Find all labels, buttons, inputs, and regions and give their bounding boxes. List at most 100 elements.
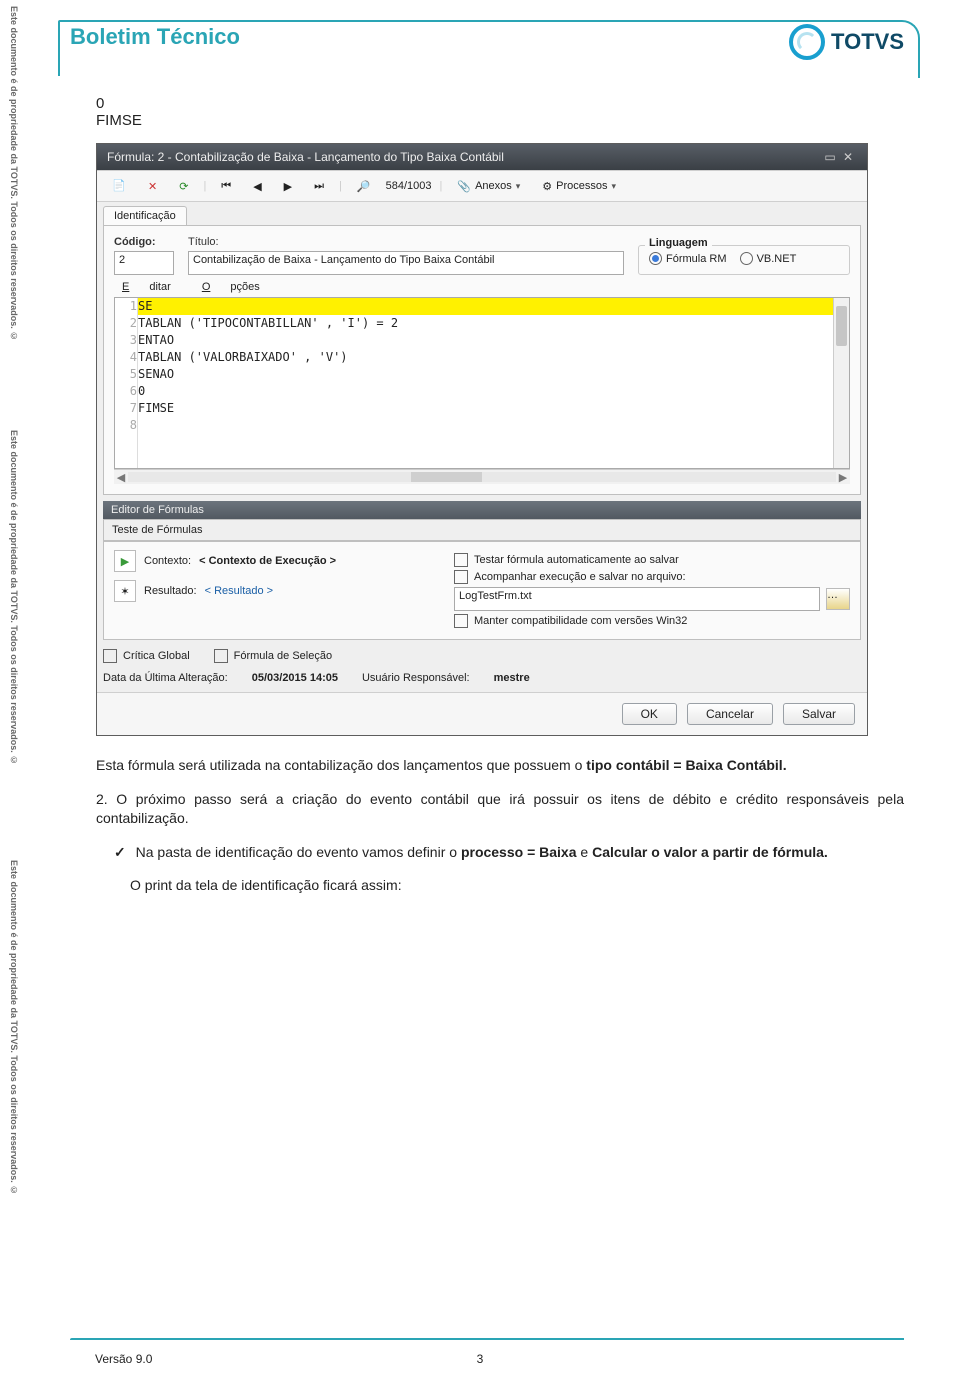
p3c: e [580,844,592,860]
resultado-value: < Resultado > [205,585,274,597]
linguagem-legend: Linguagem [645,237,712,249]
ok-button[interactable]: OK [622,703,677,725]
radio-formula-rm[interactable]: Fórmula RM [649,252,727,265]
run-context-button[interactable]: ▶ [114,550,136,572]
logfile-input[interactable]: LogTestFrm.txt [454,587,820,611]
last-mod-value: 05/03/2015 14:05 [252,672,338,684]
folder-icon: … [827,589,838,601]
user-value: mestre [494,672,530,684]
processos-dropdown[interactable]: ⚙Processos▾ [535,177,623,196]
checkmark-icon: ✓ [114,844,126,860]
p4-text: O print da tela de identificação ficará … [96,876,904,896]
rail-text-3: Este documento é de propriedade da TOTVS… [8,860,19,1195]
p2-text: 2. O próximo passo será a criação do eve… [96,790,904,829]
p3d: Calcular o valor a partir de fórmula. [592,844,828,860]
p3b: processo = Baixa [461,844,577,860]
browse-button[interactable]: … [826,588,850,610]
chk-critica-label: Crítica Global [123,650,190,662]
titulo-label: Título: [188,236,624,248]
radio-vbnet[interactable]: VB.NET [740,252,797,265]
save-button[interactable]: Salvar [783,703,855,725]
footer-page-number: 3 [477,1352,484,1366]
chk-testar-auto[interactable]: Testar fórmula automaticamente ao salvar [454,553,850,567]
teste-panel: ▶ Contexto: < Contexto de Execução > ✶ R… [103,541,861,640]
wand-icon: ✶ [120,585,129,598]
window-restore-icon[interactable]: ▭ [821,150,839,164]
body-paragraphs: Esta fórmula será utilizada na contabili… [96,756,904,896]
brand-name: TOTVS [831,29,904,55]
delete-button[interactable]: ✕ [141,177,164,196]
chk-critica-global[interactable]: Crítica Global [103,649,190,663]
resultado-label: Resultado: [144,585,197,597]
binoculars-icon: 🔎 [357,180,371,193]
codigo-input[interactable]: 2 [114,251,174,275]
contexto-value: < Contexto de Execução > [199,555,336,567]
formula-editor[interactable]: 1SE 2TABLAN ('TIPOCONTABILLAN' , 'I') = … [114,297,850,469]
contexto-label: Contexto: [144,555,191,567]
anexos-dropdown[interactable]: 📎Anexos▾ [450,177,527,196]
titulo-field: Título: Contabilização de Baixa - Lançam… [188,236,624,275]
editor-vertical-scrollbar[interactable] [833,298,849,468]
gear-icon: ⚙ [542,180,552,193]
anexos-label: Anexos [475,180,512,192]
p1-text: Esta fórmula será utilizada na contabili… [96,757,586,773]
processos-label: Processos [556,180,607,192]
search-button[interactable]: 🔎 [350,177,378,196]
record-toolbar: 📄 ✕ ⟳ | ⏮ ◀ ▶ ⏭ | 🔎 584/1003 | 📎Anexos▾ … [97,170,867,202]
play-icon: ▶ [121,555,129,568]
window-titlebar: Fórmula: 2 - Contabilização de Baixa - L… [97,144,867,170]
refresh-button[interactable]: ⟳ [172,177,195,196]
nav-last-button[interactable]: ⏭ [307,177,331,196]
menu-opcoes[interactable]: Opções [194,279,264,295]
tab-identificacao[interactable]: Identificação [103,206,187,225]
code-line: TABLAN ('VALORBAIXADO' , 'V') [138,349,850,366]
code-line: FIMSE [138,400,850,417]
p3a: Na pasta de identificação do evento vamo… [136,844,461,860]
rail-text-2: Este documento é de propriedade da TOTVS… [8,430,19,765]
codigo-field: Código: 2 [114,236,174,275]
document-title: Boletim Técnico [70,24,240,50]
linguagem-group: Linguagem Fórmula RM VB.NET [638,245,850,275]
application-screenshot: Fórmula: 2 - Contabilização de Baixa - L… [96,143,868,736]
window-title: Fórmula: 2 - Contabilização de Baixa - L… [107,150,504,164]
titulo-input[interactable]: Contabilização de Baixa - Lançamento do … [188,251,624,275]
code-line: SENAO [138,366,850,383]
cancel-button[interactable]: Cancelar [687,703,773,725]
footer-rule [70,1338,904,1340]
run-result-button[interactable]: ✶ [114,580,136,602]
code-line: FIMSE [96,112,904,129]
nav-first-button[interactable]: ⏮ [214,177,238,196]
radio-vb-label: VB.NET [757,253,797,265]
new-button[interactable]: 📄 [105,176,133,196]
nav-prev-button[interactable]: ◀ [246,177,268,196]
radio-rm-label: Fórmula RM [666,253,727,265]
rail-text-1: Este documento é de propriedade da TOTVS… [8,6,19,341]
totvs-ring-icon [789,24,825,60]
code-line: TABLAN ('TIPOCONTABILLAN' , 'I') = 2 [138,315,850,332]
window-close-icon[interactable]: ✕ [839,150,857,164]
page-icon: 📄 [112,179,126,193]
brand-logo: TOTVS [789,24,904,60]
chk-testar-label: Testar fórmula automaticamente ao salvar [474,554,679,566]
last-mod-label: Data da Última Alteração: [103,672,228,684]
record-position: 584/1003 [386,180,432,192]
chk-compat-label: Manter compatibilidade com versões Win32 [474,615,687,627]
ownership-rail: Este documento é de propriedade da TOTVS… [8,0,30,1380]
teste-section-title: Teste de Fórmulas [103,519,861,541]
code-line: 0 [138,383,850,400]
code-line: 0 [96,95,904,112]
dialog-buttonbar: OK Cancelar Salvar [97,692,867,735]
chk-formula-selecao[interactable]: Fórmula de Seleção [214,649,332,663]
attachment-icon: 📎 [457,180,471,193]
chk-acompanhar[interactable]: Acompanhar execução e salvar no arquivo: [454,570,850,584]
chk-compat-win32[interactable]: Manter compatibilidade com versões Win32 [454,614,850,628]
menu-editar[interactable]: EEditarditar [114,279,175,295]
editor-menu: EEditarditar Opções [114,281,850,293]
code-line [138,417,850,434]
code-line: SE [138,298,850,315]
chk-acompanhar-label: Acompanhar execução e salvar no arquivo: [474,571,686,583]
nav-next-button[interactable]: ▶ [277,177,299,196]
editor-horizontal-scrollbar[interactable]: ◀▶ [114,469,850,484]
codigo-label: Código: [114,236,174,248]
user-label: Usuário Responsável: [362,672,470,684]
